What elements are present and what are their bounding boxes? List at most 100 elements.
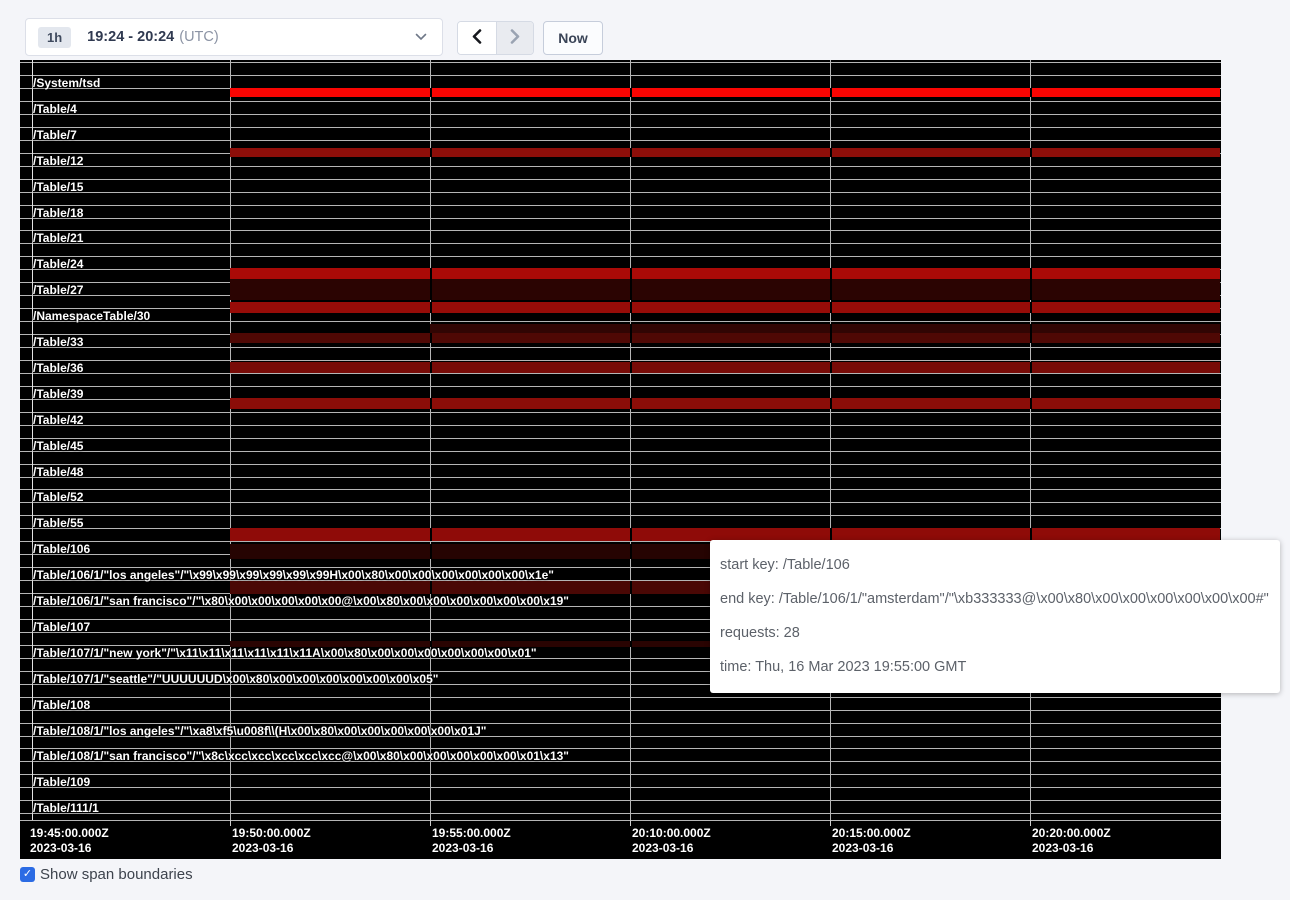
axis-time: 19:55:00.000Z bbox=[432, 826, 511, 841]
row-label: /Table/111/1 bbox=[33, 802, 99, 815]
bucket-gap bbox=[430, 88, 432, 97]
axis-time: 19:50:00.000Z bbox=[232, 826, 311, 841]
bucket-gap bbox=[630, 544, 632, 559]
bucket-gap bbox=[1030, 279, 1032, 300]
key-visualizer-canvas[interactable]: /System/tsd/Table/4/Table/7/Table/12/Tab… bbox=[20, 60, 1221, 859]
bucket-gap bbox=[630, 324, 632, 333]
span-band[interactable] bbox=[230, 268, 1220, 279]
show-span-boundaries-checkbox[interactable]: ✓ bbox=[20, 867, 35, 882]
bucket-gap bbox=[1030, 398, 1032, 409]
span-boundary-line bbox=[20, 347, 1221, 348]
axis-time: 19:45:00.000Z bbox=[30, 826, 109, 841]
row-label: /Table/106 bbox=[33, 543, 90, 556]
span-band[interactable] bbox=[230, 88, 1220, 97]
row-label: /Table/24 bbox=[33, 258, 83, 271]
now-button[interactable]: Now bbox=[543, 21, 603, 55]
bucket-gap bbox=[830, 88, 832, 97]
span-boundary-line bbox=[20, 412, 1221, 413]
span-boundary-line bbox=[20, 697, 1221, 698]
span-boundary-line bbox=[20, 425, 1221, 426]
row-label: /Table/33 bbox=[33, 336, 83, 349]
time-gridline bbox=[230, 60, 231, 820]
bucket-gap bbox=[630, 641, 632, 647]
tooltip-line: time: Thu, 16 Mar 2023 19:55:00 GMT bbox=[720, 650, 1280, 684]
bucket-gap bbox=[830, 362, 832, 373]
bucket-gap bbox=[630, 302, 632, 313]
span-boundary-line bbox=[20, 360, 1221, 361]
span-boundary-line bbox=[20, 451, 1221, 452]
span-boundary-line bbox=[20, 477, 1221, 478]
axis-tick bbox=[430, 820, 431, 826]
bucket-gap bbox=[430, 268, 432, 279]
row-label: /Table/27 bbox=[33, 284, 83, 297]
time-axis-label: 20:10:00.000Z2023-03-16 bbox=[632, 826, 711, 856]
bucket-gap bbox=[1030, 88, 1032, 97]
bucket-gap bbox=[630, 581, 632, 594]
bucket-gap bbox=[830, 279, 832, 300]
chevron-left-icon bbox=[471, 29, 483, 47]
bucket-gap bbox=[430, 528, 432, 541]
bucket-gap bbox=[830, 268, 832, 279]
span-band[interactable] bbox=[230, 279, 1220, 300]
row-label: /System/tsd bbox=[33, 77, 100, 90]
span-boundary-line bbox=[20, 179, 1221, 180]
span-band[interactable] bbox=[230, 398, 1220, 409]
time-axis-label: 19:50:00.000Z2023-03-16 bbox=[232, 826, 311, 856]
span-boundary-line bbox=[20, 75, 1221, 76]
time-axis-label: 20:20:00.000Z2023-03-16 bbox=[1032, 826, 1111, 856]
row-label: /Table/108 bbox=[33, 699, 90, 712]
row-label: /Table/109 bbox=[33, 776, 90, 789]
row-label: /Table/36 bbox=[33, 362, 83, 375]
row-label: /Table/108/1/"los angeles"/"\xa8\xf5\u00… bbox=[33, 725, 487, 738]
time-range-text: 19:24 - 20:24 bbox=[87, 29, 174, 45]
bucket-gap bbox=[430, 302, 432, 313]
axis-time: 20:10:00.000Z bbox=[632, 826, 711, 841]
chevron-down-icon bbox=[415, 28, 427, 46]
span-boundary-line bbox=[20, 813, 1221, 814]
row-label: /Table/45 bbox=[33, 440, 83, 453]
span-boundary-line bbox=[20, 464, 1221, 465]
row-label: /Table/106/1/"san francisco"/"\x80\x00\x… bbox=[33, 595, 569, 608]
axis-date: 2023-03-16 bbox=[1032, 841, 1111, 856]
span-boundary-line bbox=[20, 710, 1221, 711]
prev-range-button[interactable] bbox=[458, 22, 496, 54]
bucket-gap bbox=[830, 148, 832, 157]
axis-tick bbox=[1030, 820, 1031, 826]
bucket-gap bbox=[1030, 333, 1032, 343]
row-label: /Table/42 bbox=[33, 414, 83, 427]
bucket-gap bbox=[630, 88, 632, 97]
time-range-selector[interactable]: 1h 19:24 - 20:24 (UTC) bbox=[25, 18, 443, 56]
row-label: /Table/4 bbox=[33, 103, 77, 116]
bucket-gap bbox=[1030, 324, 1032, 333]
span-boundary-line bbox=[20, 205, 1221, 206]
bucket-gap bbox=[1030, 268, 1032, 279]
span-boundary-line bbox=[20, 166, 1221, 167]
bucket-gap bbox=[430, 362, 432, 373]
next-range-button[interactable] bbox=[496, 22, 534, 54]
bucket-gap bbox=[630, 528, 632, 541]
row-label: /Table/55 bbox=[33, 517, 83, 530]
span-boundary-line bbox=[20, 489, 1221, 490]
bucket-gap bbox=[430, 148, 432, 157]
bucket-gap bbox=[630, 362, 632, 373]
span-boundary-line bbox=[20, 321, 1221, 322]
axis-date: 2023-03-16 bbox=[832, 841, 911, 856]
row-label: /Table/52 bbox=[33, 491, 83, 504]
time-gridline bbox=[630, 60, 631, 820]
tooltip-line: end key: /Table/106/1/"amsterdam"/"\xb33… bbox=[720, 582, 1280, 616]
row-label: /Table/18 bbox=[33, 207, 83, 220]
time-axis-label: 20:15:00.000Z2023-03-16 bbox=[832, 826, 911, 856]
row-label: /Table/39 bbox=[33, 388, 83, 401]
show-span-boundaries-label: Show span boundaries bbox=[40, 866, 193, 883]
span-boundary-line bbox=[20, 515, 1221, 516]
span-band[interactable] bbox=[230, 302, 1220, 313]
span-boundary-line bbox=[20, 62, 1221, 63]
bucket-gap bbox=[630, 279, 632, 300]
chevron-right-icon bbox=[509, 29, 521, 47]
span-band[interactable] bbox=[230, 148, 1220, 157]
bucket-gap bbox=[830, 333, 832, 343]
bucket-gap bbox=[1030, 148, 1032, 157]
span-band[interactable] bbox=[430, 324, 1220, 333]
span-band[interactable] bbox=[230, 362, 1220, 373]
span-band[interactable] bbox=[230, 333, 1220, 343]
